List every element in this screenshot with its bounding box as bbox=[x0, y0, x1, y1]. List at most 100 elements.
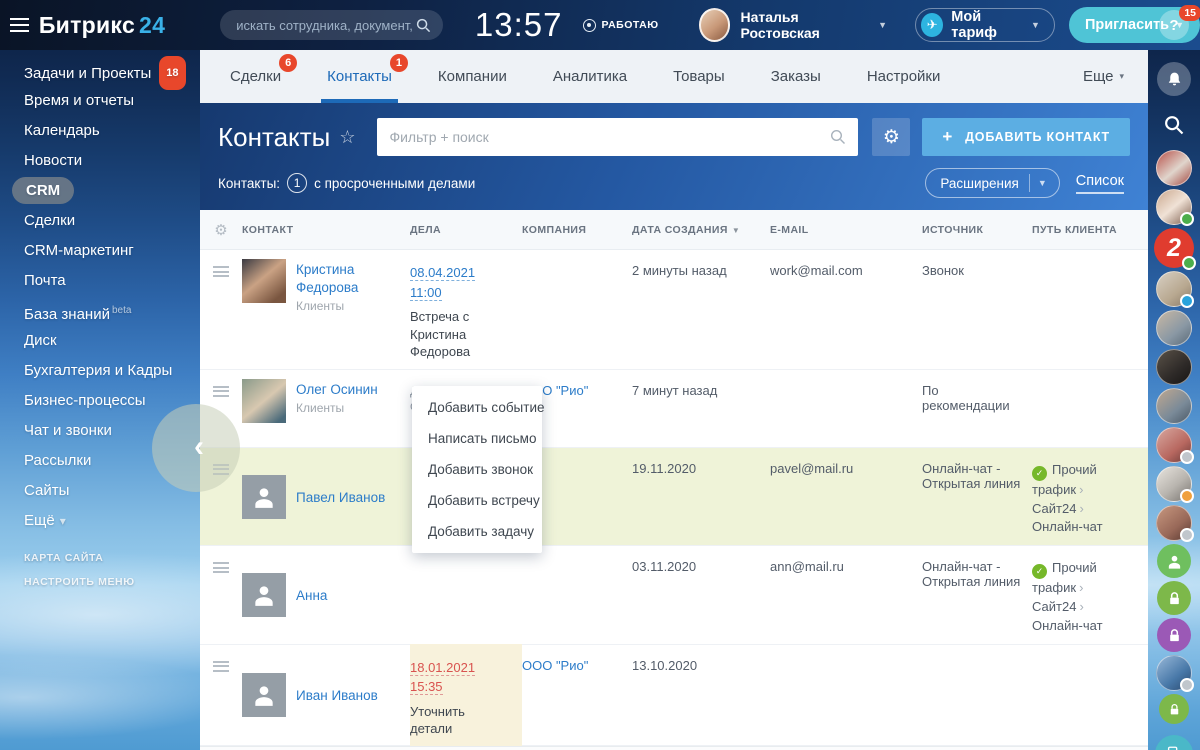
configure-menu-link[interactable]: НАСТРОИТЬ МЕНЮ bbox=[24, 576, 200, 588]
chat-avatar[interactable] bbox=[1156, 349, 1192, 385]
overdue-date-link[interactable]: 18.01.2021 15:35 bbox=[410, 660, 475, 696]
private-chat-icon[interactable] bbox=[1157, 618, 1191, 652]
table-row-selected[interactable]: Павел Иванов 19.11.2020 pavel@mail.ru Он… bbox=[200, 448, 1148, 547]
table-row[interactable]: Олег Осинин Клиенты Дела отсутствуют ООО… bbox=[200, 370, 1148, 448]
sidebar-item-accounting-hr[interactable]: Бухгалтерия и Кадры bbox=[0, 356, 200, 386]
work-status[interactable]: РАБОТАЮ bbox=[577, 19, 659, 32]
tab-orders[interactable]: Заказы bbox=[771, 50, 821, 103]
contact-photo[interactable] bbox=[242, 259, 286, 303]
app-logo[interactable]: Битрикс24 bbox=[39, 12, 165, 39]
drag-handle-icon[interactable] bbox=[213, 562, 229, 573]
sitemap-link[interactable]: КАРТА САЙТА bbox=[24, 552, 200, 564]
sidebar-item-more[interactable]: Ещё▾ bbox=[0, 506, 200, 536]
user-profile[interactable]: Наталья Ростовская ▼ bbox=[699, 8, 887, 42]
column-source[interactable]: ИСТОЧНИК bbox=[922, 224, 1032, 236]
menu-item-add-meeting[interactable]: Добавить встречу bbox=[412, 485, 542, 516]
favorite-star-icon[interactable]: ☆ bbox=[339, 127, 355, 148]
column-company[interactable]: КОМПАНИЯ bbox=[522, 224, 632, 236]
contact-photo-placeholder[interactable] bbox=[242, 475, 286, 519]
add-contact-button[interactable]: +ДОБАВИТЬ КОНТАКТ bbox=[922, 118, 1130, 156]
sidebar-item-news[interactable]: Новости bbox=[0, 146, 200, 176]
sidebar-item-crm[interactable]: CRM bbox=[0, 176, 200, 206]
chat-avatar[interactable] bbox=[1156, 427, 1192, 463]
my-tariff-button[interactable]: ✈ Мой тариф ▼ bbox=[915, 8, 1055, 42]
contact-photo-placeholder[interactable] bbox=[242, 673, 286, 717]
table-row[interactable]: Анна 03.11.2020 ann@mail.ru Онлайн-чат -… bbox=[200, 546, 1148, 645]
rail-search-button[interactable] bbox=[1161, 112, 1187, 138]
notifications-button[interactable] bbox=[1157, 62, 1191, 96]
user-avatar[interactable] bbox=[699, 8, 731, 42]
sidebar-item-time-reports[interactable]: Время и отчеты bbox=[0, 86, 200, 116]
sidebar-item-mail[interactable]: Почта bbox=[0, 266, 200, 296]
group-chat-icon[interactable] bbox=[1157, 544, 1191, 578]
extensions-button[interactable]: Расширения ▼ bbox=[925, 168, 1059, 198]
sidebar-item-calendar[interactable]: Календарь bbox=[0, 116, 200, 146]
menu-item-add-event[interactable]: Добавить событие bbox=[412, 392, 542, 423]
tab-companies[interactable]: Компании bbox=[438, 50, 507, 103]
chat-avatar[interactable] bbox=[1156, 388, 1192, 424]
filter-search[interactable] bbox=[377, 118, 858, 156]
chat-avatar[interactable] bbox=[1156, 655, 1192, 691]
private-chat-icon[interactable] bbox=[1159, 694, 1189, 724]
chat-avatar[interactable] bbox=[1156, 505, 1192, 541]
chat-avatar[interactable] bbox=[1156, 271, 1192, 307]
sidebar-item-knowledge-base[interactable]: База знанийbeta bbox=[0, 296, 200, 326]
contact-photo-placeholder[interactable] bbox=[242, 573, 286, 617]
email-cell[interactable]: work@mail.com bbox=[770, 250, 922, 369]
work-status-label: РАБОТАЮ bbox=[602, 19, 659, 31]
work-clock[interactable]: 13:57 bbox=[475, 6, 563, 44]
filter-search-input[interactable] bbox=[389, 129, 830, 145]
contact-name-link[interactable]: Иван Иванов bbox=[296, 687, 378, 705]
sidebar-collapse-handle[interactable]: ‹ bbox=[152, 404, 240, 492]
column-client-path[interactable]: ПУТЬ КЛИЕНТА bbox=[1032, 224, 1148, 236]
contact-name-link[interactable]: Олег Осинин bbox=[296, 381, 378, 399]
view-settings-button[interactable]: ⚙ bbox=[872, 118, 910, 156]
column-activities[interactable]: ДЕЛА bbox=[410, 224, 522, 236]
tab-analytics[interactable]: Аналитика bbox=[553, 50, 627, 103]
menu-item-add-task[interactable]: Добавить задачу bbox=[412, 516, 542, 547]
help-button[interactable]: ?15 bbox=[1159, 10, 1189, 40]
columns-gear-icon[interactable]: ⚙ bbox=[200, 221, 242, 239]
contact-photo[interactable] bbox=[242, 379, 286, 423]
app-avatar-2[interactable]: 2 bbox=[1154, 228, 1194, 268]
tab-products[interactable]: Товары bbox=[673, 50, 725, 103]
tab-more[interactable]: Еще▾ bbox=[1083, 68, 1124, 85]
hamburger-menu-icon[interactable] bbox=[10, 18, 29, 32]
tab-contacts[interactable]: Контакты1 bbox=[327, 50, 392, 103]
column-contact[interactable]: КОНТАКТ bbox=[242, 224, 410, 236]
overdue-activity-cell[interactable]: 18.01.2021 15:35Уточнить детали bbox=[410, 644, 522, 746]
drag-handle-icon[interactable] bbox=[213, 386, 229, 397]
email-cell[interactable]: ann@mail.ru bbox=[770, 546, 922, 644]
activities-cell[interactable] bbox=[410, 546, 522, 644]
drag-handle-icon[interactable] bbox=[213, 266, 229, 277]
chat-avatar[interactable] bbox=[1156, 310, 1192, 346]
contact-name-link[interactable]: Кристина Федорова bbox=[296, 261, 391, 297]
table-row[interactable]: Кристина Федорова Клиенты 08.04.2021 11:… bbox=[200, 250, 1148, 370]
activity-date-link[interactable]: 08.04.2021 11:00 bbox=[410, 265, 475, 301]
sidebar-item-drive[interactable]: Диск bbox=[0, 326, 200, 356]
tab-deals[interactable]: Сделки6 bbox=[230, 50, 281, 103]
sidebar-item-tasks[interactable]: Задачи и Проекты18 bbox=[0, 56, 200, 86]
global-search[interactable] bbox=[220, 10, 443, 40]
contact-name-link[interactable]: Павел Иванов bbox=[296, 489, 385, 507]
private-chat-icon[interactable] bbox=[1157, 581, 1191, 615]
contact-name-link[interactable]: Анна bbox=[296, 587, 327, 605]
chat-avatar[interactable] bbox=[1156, 466, 1192, 502]
company-link[interactable]: ООО "Рио" bbox=[522, 658, 588, 673]
connector-button[interactable] bbox=[1155, 735, 1193, 750]
overdue-count-badge[interactable]: 1 bbox=[287, 173, 307, 193]
sidebar-item-crm-marketing[interactable]: CRM-маркетинг bbox=[0, 236, 200, 266]
menu-item-write-email[interactable]: Написать письмо bbox=[412, 423, 542, 454]
chat-avatar[interactable] bbox=[1156, 189, 1192, 225]
table-row[interactable]: Иван Иванов 18.01.2021 15:35Уточнить дет… bbox=[200, 645, 1148, 746]
chat-avatar[interactable] bbox=[1156, 150, 1192, 186]
global-search-input[interactable] bbox=[236, 18, 416, 33]
column-created[interactable]: ДАТА СОЗДАНИЯ▼ bbox=[632, 224, 770, 236]
email-cell[interactable]: pavel@mail.ru bbox=[770, 448, 922, 546]
view-mode-list[interactable]: Список bbox=[1076, 173, 1124, 194]
sidebar-item-deals[interactable]: Сделки bbox=[0, 206, 200, 236]
tab-settings[interactable]: Настройки bbox=[867, 50, 941, 103]
column-email[interactable]: E-MAIL bbox=[770, 224, 922, 236]
drag-handle-icon[interactable] bbox=[213, 661, 229, 672]
menu-item-add-call[interactable]: Добавить звонок bbox=[412, 454, 542, 485]
